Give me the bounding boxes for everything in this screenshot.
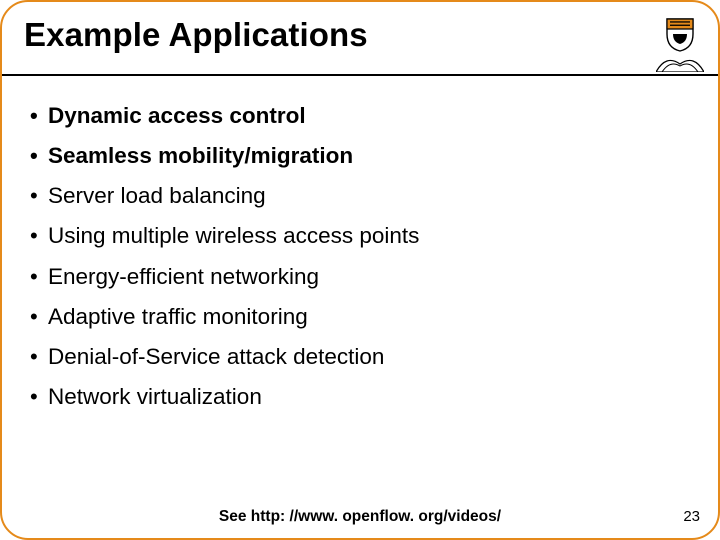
list-item: • Seamless mobility/migration bbox=[30, 142, 686, 170]
bullet-icon: • bbox=[30, 142, 48, 170]
list-item: • Denial-of-Service attack detection bbox=[30, 343, 686, 371]
list-item: • Network virtualization bbox=[30, 383, 686, 411]
list-item: • Energy-efficient networking bbox=[30, 263, 686, 291]
list-item-text: Network virtualization bbox=[48, 383, 262, 411]
bullet-icon: • bbox=[30, 182, 48, 210]
slide-title: Example Applications bbox=[2, 2, 718, 54]
list-item: • Server load balancing bbox=[30, 182, 686, 210]
list-item-text: Server load balancing bbox=[48, 182, 266, 210]
list-item-text: Using multiple wireless access points bbox=[48, 222, 419, 250]
bullet-icon: • bbox=[30, 383, 48, 411]
list-item-text: Dynamic access control bbox=[48, 102, 306, 130]
bullet-icon: • bbox=[30, 263, 48, 291]
princeton-shield-logo-icon bbox=[656, 14, 704, 72]
list-item-text: Seamless mobility/migration bbox=[48, 142, 353, 170]
list-item-text: Energy-efficient networking bbox=[48, 263, 319, 291]
page-number: 23 bbox=[683, 508, 700, 525]
slide-header: Example Applications bbox=[2, 2, 718, 76]
bullet-icon: • bbox=[30, 222, 48, 250]
list-item-text: Adaptive traffic monitoring bbox=[48, 303, 308, 331]
list-item: • Dynamic access control bbox=[30, 102, 686, 130]
slide-container: Example Applications • Dynamic access co… bbox=[0, 0, 720, 540]
bullet-icon: • bbox=[30, 102, 48, 130]
list-item: • Using multiple wireless access points bbox=[30, 222, 686, 250]
header-divider bbox=[2, 74, 718, 76]
list-item-text: Denial-of-Service attack detection bbox=[48, 343, 384, 371]
list-item: • Adaptive traffic monitoring bbox=[30, 303, 686, 331]
bullet-list: • Dynamic access control • Seamless mobi… bbox=[2, 76, 718, 411]
footer-note: See http: //www. openflow. org/videos/ bbox=[2, 508, 718, 526]
bullet-icon: • bbox=[30, 303, 48, 331]
bullet-icon: • bbox=[30, 343, 48, 371]
